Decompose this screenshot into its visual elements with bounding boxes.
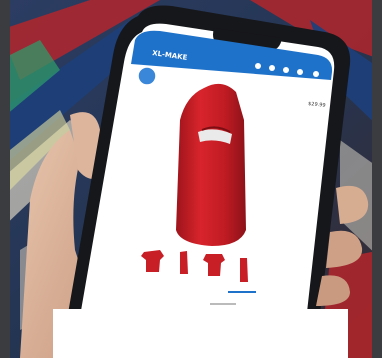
info-icon[interactable] [283, 67, 289, 73]
link-underline[interactable] [228, 291, 256, 293]
photo-scene: XL-MAKE $29.99 [0, 0, 382, 358]
cart-icon[interactable] [255, 63, 261, 69]
share-icon[interactable] [297, 69, 303, 75]
photo-svg: XL-MAKE $29.99 [0, 0, 382, 358]
camera-icon[interactable] [313, 71, 319, 77]
photo-right-edge [372, 0, 382, 358]
thumbnail-sleeve[interactable] [240, 258, 248, 282]
account-icon[interactable] [269, 65, 275, 71]
product-shirt-3d[interactable] [176, 83, 246, 246]
bottom-text-line [210, 303, 236, 305]
photo-left-edge [0, 0, 10, 358]
brand-badge-icon[interactable] [137, 66, 157, 86]
thumbnail-side[interactable] [180, 251, 188, 274]
caption-overlay-box [53, 309, 348, 358]
